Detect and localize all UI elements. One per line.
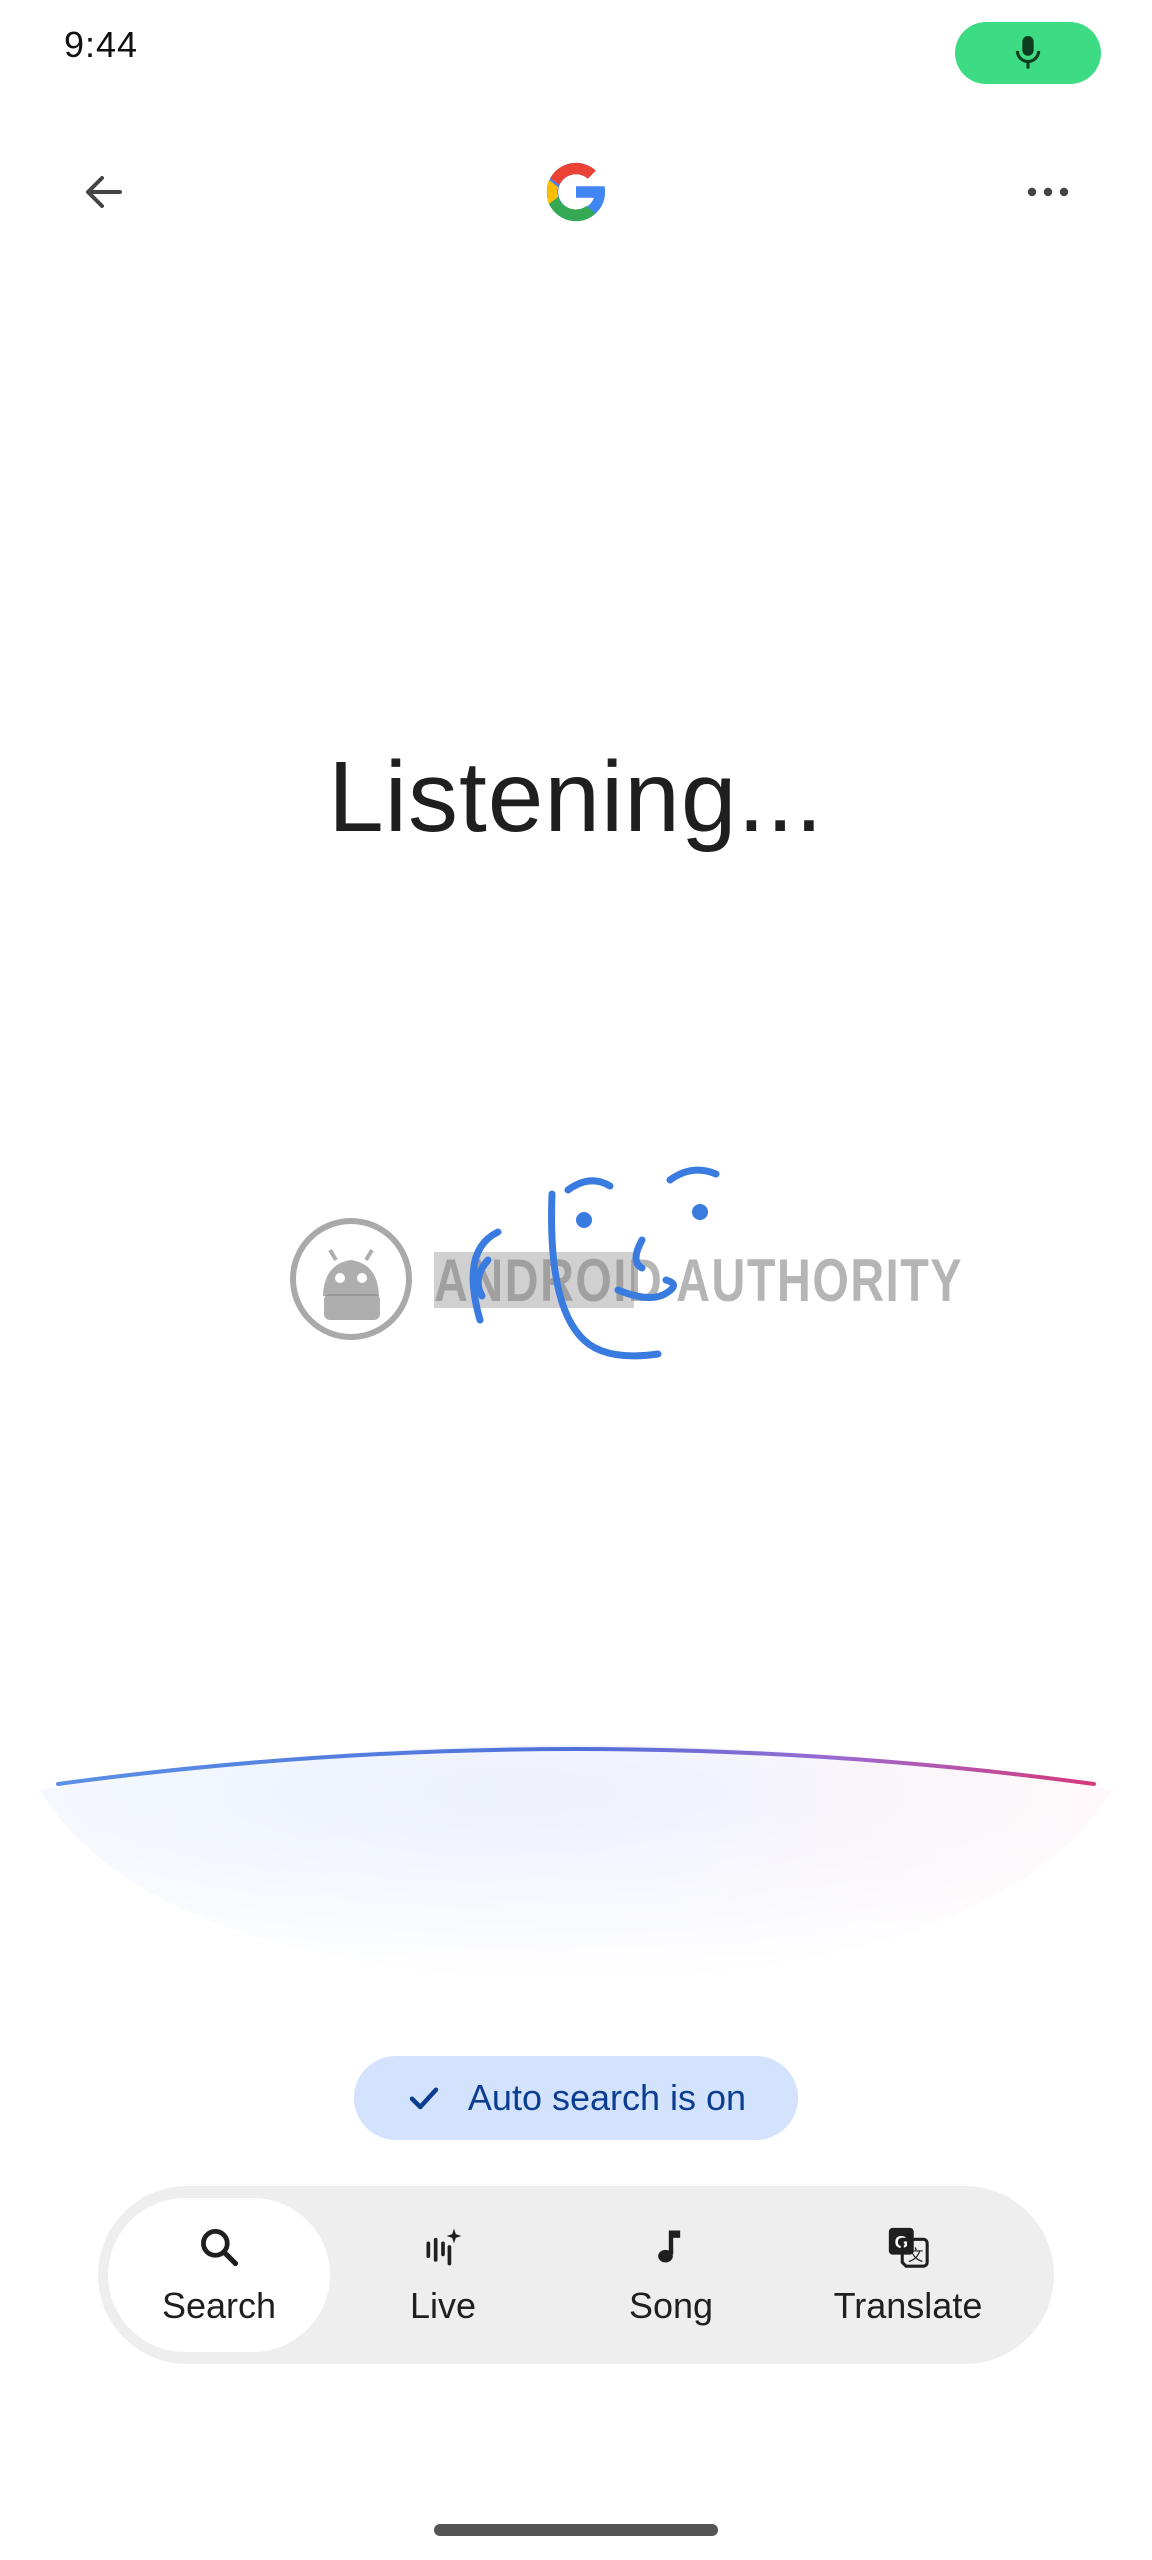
assistant-listening-screen: 9:44 Listening... ANDROID AUTHORITY Auto… [0,0,1152,2560]
mode-song-label: Song [628,2285,714,2326]
status-bar-time: 9:44 [64,24,139,65]
music-note-icon [647,2223,695,2271]
mic-in-use-indicator[interactable] [955,22,1101,84]
home-indicator[interactable] [434,2524,718,2536]
microphone-icon [1015,36,1041,69]
mode-live-label: Live [409,2285,477,2326]
mode-translate-tab[interactable]: G 文 Translate [798,2198,1018,2352]
more-options-button[interactable] [1008,152,1088,232]
back-button[interactable] [64,152,144,232]
mode-selector-bar: Search Live Song G 文 Translate [98,2186,1054,2364]
svg-text:文: 文 [908,2247,923,2264]
listening-status-text: Listening... [328,741,824,853]
mode-song-tab[interactable]: Song [576,2198,766,2352]
translate-icon: G 文 [884,2223,932,2271]
listening-face-illustration [469,1166,720,1360]
mode-live-tab[interactable]: Live [348,2198,538,2352]
arrow-back-icon [86,176,122,208]
auto-search-chip[interactable]: Auto search is on [354,2056,798,2140]
check-icon [409,2087,439,2110]
mode-translate-label: Translate [833,2285,983,2326]
live-sparkle-icon [419,2223,467,2271]
more-horizontal-icon [1027,187,1069,197]
mode-search-label: Search [161,2285,277,2326]
auto-search-label: Auto search is on [467,2077,747,2118]
google-g-logo [546,162,608,222]
mode-search-tab[interactable]: Search [108,2198,330,2352]
search-icon [195,2223,243,2271]
voice-wave-visualization [40,1745,1112,1980]
